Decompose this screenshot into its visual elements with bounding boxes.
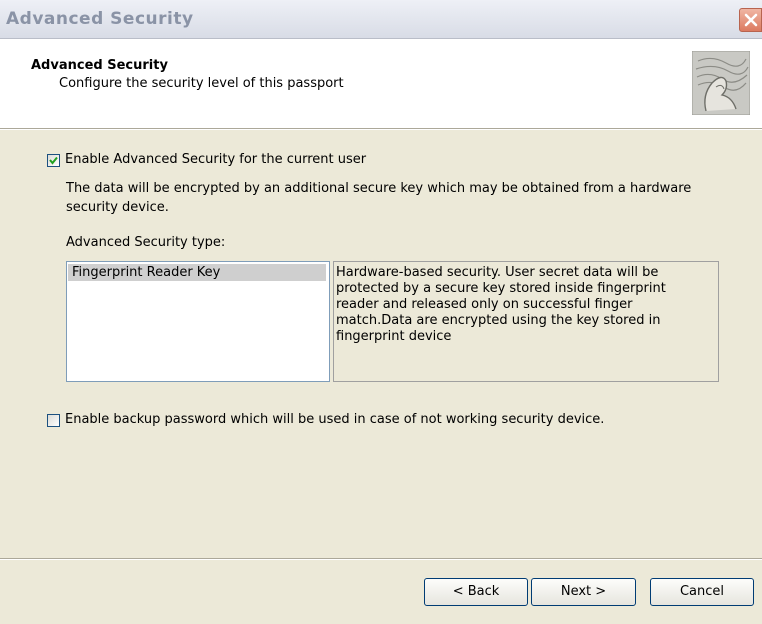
security-type-description: Hardware-based security. User secret dat… <box>333 261 719 382</box>
description-line: fingerprint device <box>336 329 452 344</box>
description-line: protected by a secure key stored inside … <box>336 281 666 296</box>
header-subtitle: Configure the security level of this pas… <box>59 76 344 91</box>
description-line: match.Data are encrypted using the key s… <box>336 313 661 328</box>
wizard-header: Advanced Security Configure the security… <box>0 39 762 129</box>
close-button[interactable] <box>739 8 762 32</box>
close-icon <box>744 13 758 27</box>
enable-advanced-security-checkbox[interactable] <box>47 154 60 167</box>
enable-backup-password-checkbox[interactable] <box>47 414 60 427</box>
window-title: Advanced Security <box>6 9 194 29</box>
cancel-button[interactable]: Cancel <box>650 578 754 606</box>
description-line-1: The data will be encrypted by an additio… <box>66 181 692 196</box>
security-type-label: Advanced Security type: <box>66 235 226 250</box>
security-type-list[interactable]: Fingerprint Reader Key <box>66 261 330 382</box>
fingerprint-image-icon <box>692 51 750 115</box>
description-line: Hardware-based security. User secret dat… <box>336 265 659 280</box>
list-item-fingerprint-reader-key[interactable]: Fingerprint Reader Key <box>68 264 326 281</box>
title-bar: Advanced Security <box>0 0 762 39</box>
enable-backup-password-label[interactable]: Enable backup password which will be use… <box>65 412 604 427</box>
back-button[interactable]: < Back <box>424 578 528 606</box>
description-line-2: security device. <box>66 200 169 215</box>
header-title: Advanced Security <box>31 58 168 73</box>
enable-advanced-security-label[interactable]: Enable Advanced Security for the current… <box>65 152 366 167</box>
next-button[interactable]: Next > <box>531 578 636 606</box>
footer-divider-highlight <box>0 559 762 560</box>
check-mark-icon <box>49 156 58 165</box>
header-divider <box>0 129 762 130</box>
description-line: reader and released only on successful f… <box>336 297 633 312</box>
